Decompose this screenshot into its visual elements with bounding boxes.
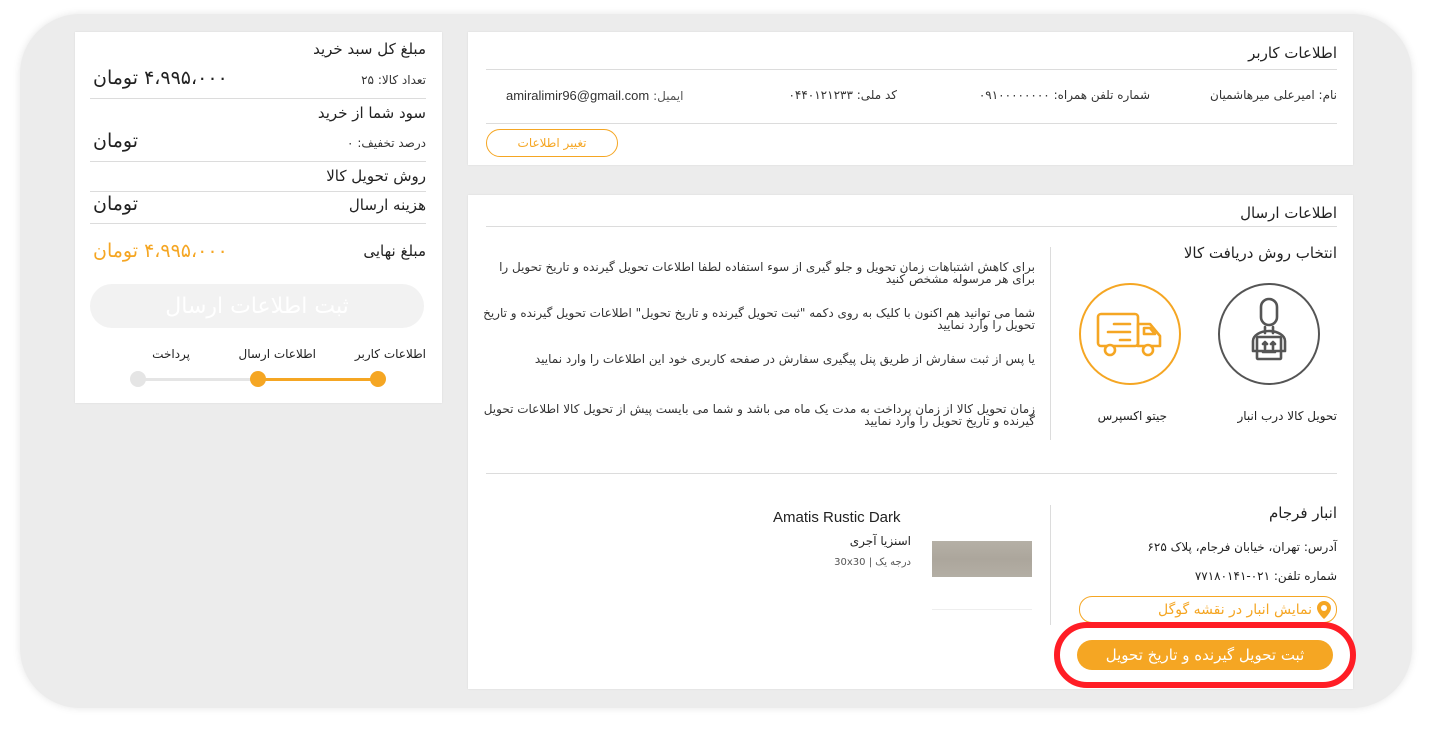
order-summary-panel: مبلغ کل سبد خرید تعداد کالا: ۲۵ ۴،۹۹۵،۰۰… (75, 32, 442, 403)
warehouse-phone: شماره تلفن: ۰۲۱-۷۷۱۸۰۱۴۱ (1194, 569, 1337, 583)
shipping-note: یا پس از ثبت سفارش از طریق پنل پیگیری سف… (534, 352, 1035, 366)
email-label: ایمیل: (653, 89, 684, 103)
cart-total-value: ۴،۹۹۵،۰۰۰ تومان (93, 67, 228, 89)
shipping-cost-value: تومان (93, 193, 139, 215)
user-name: نام: امیرعلی میرهاشمیان (1210, 88, 1337, 102)
cart-total-label: مبلغ کل سبد خرید (313, 40, 426, 58)
delivery-method-label: روش تحویل کالا (326, 167, 426, 185)
divider (486, 473, 1337, 474)
express-delivery-option[interactable] (1079, 283, 1181, 385)
user-email: amiralimir96@gmail.com (506, 88, 650, 103)
warehouse-pickup-option[interactable] (1218, 283, 1320, 385)
final-amount-label: مبلغ نهایی (363, 242, 426, 260)
step-dot-payment (130, 371, 146, 387)
shipping-panel: اطلاعات ارسال انتخاب روش دریافت کالا تحو… (468, 195, 1356, 689)
shipping-cost-label: هزینه ارسال (348, 196, 426, 214)
step-dot-shipping-info (250, 371, 266, 387)
truck-icon (1096, 312, 1162, 357)
progress-fill (258, 378, 379, 381)
shipping-note: برای کاهش اشتباهات زمان تحویل و جلو گیری… (499, 260, 1035, 286)
shipping-title: اطلاعات ارسال (1240, 204, 1337, 222)
warehouse-name: انبار فرجام (1268, 504, 1337, 522)
user-phone: شماره تلفن همراه: ۰۹۱۰۰۰۰۰۰۰۰ (978, 88, 1150, 102)
product-name: Amatis Rustic Dark (773, 509, 901, 526)
map-pin-icon (1317, 601, 1331, 619)
shipping-note: زمان تحویل کالا از زمان پرداخت به مدت یک… (483, 402, 1035, 428)
step-payment[interactable]: پرداخت (152, 347, 190, 361)
user-info-title: اطلاعات کاربر (1248, 44, 1337, 62)
user-email-row: ایمیل: amiralimir96@gmail.com (506, 88, 683, 103)
divider (1050, 505, 1051, 625)
user-national-id: کد ملی: ۰۴۴۰۱۲۱۲۳۳ (788, 88, 897, 102)
product-image (932, 541, 1032, 577)
divider (90, 98, 426, 99)
divider (486, 226, 1337, 227)
user-info-panel: اطلاعات کاربر نام: امیرعلی میرهاشمیان شم… (468, 32, 1353, 165)
choose-method-title: انتخاب روش دریافت کالا (1183, 244, 1337, 262)
step-user-info[interactable]: اطلاعات کاربر (355, 347, 426, 361)
divider (486, 69, 1337, 70)
discount-percent: درصد تخفیف: ۰ (347, 136, 426, 150)
product-type: اسنزیا آجری (849, 534, 911, 548)
warehouse-worker-icon (1251, 297, 1287, 361)
step-dot-user-info (370, 371, 386, 387)
divider (90, 161, 426, 162)
divider (1050, 247, 1051, 440)
show-on-map-button[interactable]: نمایش انبار در نقشه گوگل (1079, 596, 1337, 623)
edit-info-button[interactable]: تغییر اطلاعات (486, 129, 618, 157)
set-recipient-date-button[interactable]: ثبت تحویل گیرنده و تاریخ تحویل (1077, 640, 1333, 670)
item-count: تعداد کالا: ۲۵ (361, 73, 426, 87)
profit-label: سود شما از خرید (317, 104, 426, 122)
warehouse-pickup-label: تحویل کالا درب انبار (1237, 409, 1337, 423)
map-button-label: نمایش انبار در نقشه گوگل (1158, 601, 1312, 618)
divider (486, 123, 1337, 124)
product-spec: درجه یک | 30x30 (834, 557, 911, 568)
shipping-note: شما می توانید هم اکنون با کلیک به روی دک… (483, 306, 1035, 332)
divider (90, 191, 426, 192)
express-delivery-label: جیتو اکسپرس (1097, 409, 1167, 423)
divider (932, 609, 1032, 610)
warehouse-address: آدرس: تهران، خیابان فرجام، پلاک ۶۲۵ (1147, 540, 1337, 554)
final-amount-value: ۴،۹۹۵،۰۰۰ تومان (93, 240, 228, 262)
divider (90, 223, 426, 224)
profit-value: تومان (93, 130, 139, 152)
step-shipping-info[interactable]: اطلاعات ارسال (238, 347, 316, 361)
submit-shipping-button[interactable]: ثبت اطلاعات ارسال (90, 284, 424, 328)
